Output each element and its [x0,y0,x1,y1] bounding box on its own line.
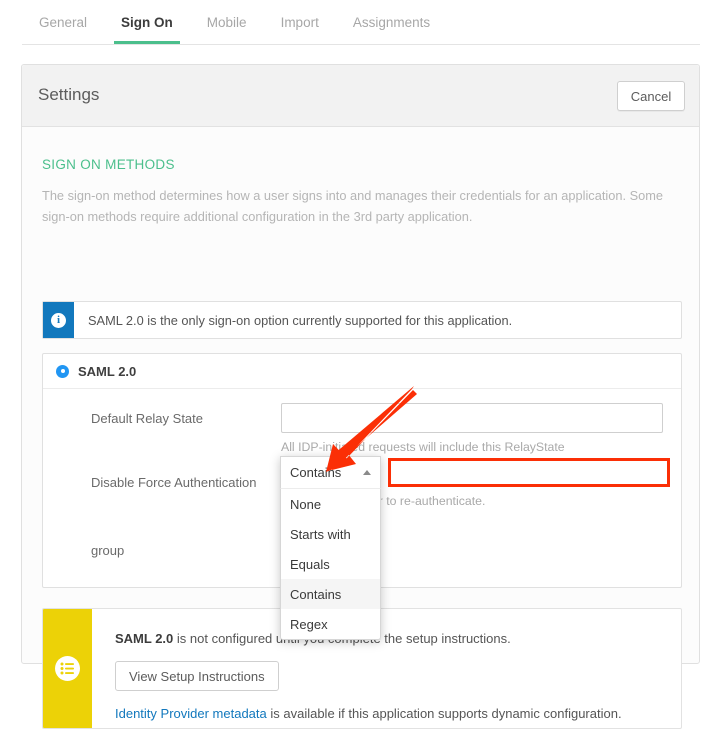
list-circle-icon [43,609,92,728]
tab-import[interactable]: Import [264,0,336,44]
view-setup-instructions-button[interactable]: View Setup Instructions [115,661,279,691]
group-match-dropdown-list: None Starts with Equals Contains Regex [280,489,381,640]
hint-default-relay-state: All IDP-initiated requests will include … [281,440,663,454]
info-banner: i SAML 2.0 is the only sign-on option cu… [42,301,682,339]
tab-list: General Sign On Mobile Import Assignment… [22,0,447,44]
tab-mobile[interactable]: Mobile [190,0,264,44]
tab-assignments[interactable]: Assignments [336,0,447,44]
list-circle-glyph [55,656,80,681]
setup-banner-metadata-rest: is available if this application support… [267,706,622,721]
page-title: Settings [38,85,99,105]
section-description: The sign-on method determines how a user… [42,185,682,227]
tab-general[interactable]: General [22,0,104,44]
saml-radio-label: SAML 2.0 [78,364,136,379]
tab-bar: General Sign On Mobile Import Assignment… [0,0,720,45]
label-default-relay-state: Default Relay State [91,411,281,426]
radio-selected-icon[interactable] [56,365,69,378]
setup-banner-content: SAML 2.0 is not configured until you com… [92,609,681,728]
setup-banner-metadata-line: Identity Provider metadata is available … [115,706,681,721]
dropdown-option-starts-with[interactable]: Starts with [281,519,380,549]
section-heading: SIGN ON METHODS [42,157,175,172]
caret-up-icon [363,470,371,475]
control-default-relay-state: All IDP-initiated requests will include … [281,403,681,454]
tab-sign-on[interactable]: Sign On [104,0,190,44]
group-match-dropdown-button[interactable]: Contains [280,456,381,489]
group-match-dropdown: Contains None Starts with Equals Contain… [280,456,381,640]
info-glyph: i [51,313,66,328]
label-group: group [91,543,281,558]
group-value-input[interactable] [390,460,668,485]
saml-radio-option[interactable]: SAML 2.0 [43,354,681,389]
info-banner-text: SAML 2.0 is the only sign-on option curr… [74,302,681,338]
default-relay-state-input[interactable] [281,403,663,433]
setup-banner-message: SAML 2.0 is not configured until you com… [115,631,681,646]
info-icon: i [43,302,74,338]
label-disable-force-authentication: Disable Force Authentication [91,475,281,490]
cancel-button[interactable]: Cancel [617,81,685,111]
tab-bar-divider [22,44,700,45]
group-match-dropdown-value: Contains [290,465,363,480]
dropdown-option-equals[interactable]: Equals [281,549,380,579]
setup-banner-message-bold: SAML 2.0 [115,631,173,646]
settings-card-header: Settings Cancel [22,65,699,127]
dropdown-option-regex[interactable]: Regex [281,609,380,639]
dropdown-option-none[interactable]: None [281,489,380,519]
identity-provider-metadata-link[interactable]: Identity Provider metadata [115,706,267,721]
dropdown-option-contains[interactable]: Contains [281,579,380,609]
